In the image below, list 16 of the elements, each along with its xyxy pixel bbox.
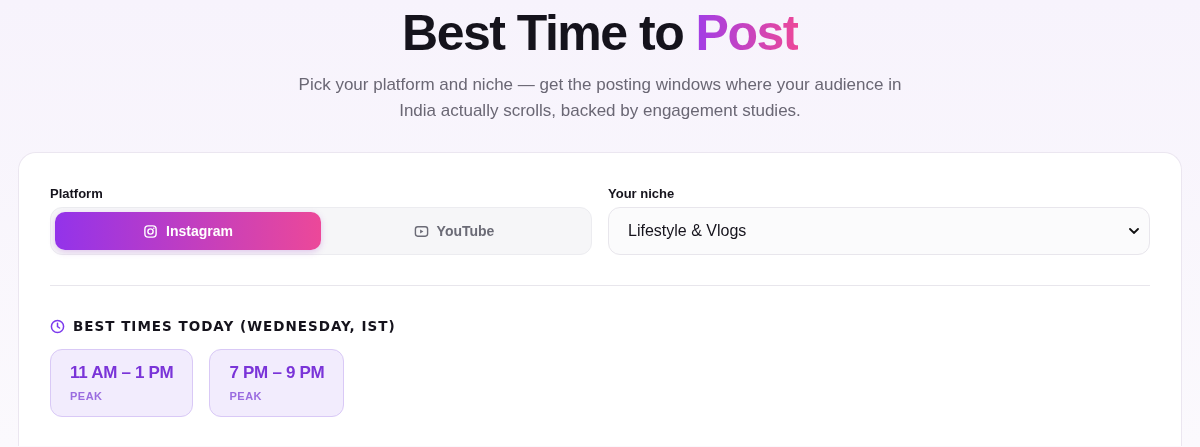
platform-tab[interactable]: Instagram: [55, 212, 321, 250]
page-subtitle: Pick your platform and niche — get the posting windows where your audience in India actually scrolls, backed by engagement studies.: [297, 74, 903, 122]
camera-icon: [143, 223, 159, 239]
time-range: 7 PM – 9 PM: [229, 363, 325, 383]
niche-dropdown[interactable]: Lifestyle & Vlogs: [608, 207, 1150, 255]
platform-tab[interactable]: YouTube: [321, 212, 587, 250]
clock-icon: [50, 318, 65, 334]
slot-tag: PEAK: [229, 390, 325, 402]
time-range: 11 AM – 1 PM: [70, 363, 174, 383]
section-heading: BEST TIMES TODAY (WEDNESDAY, IST): [73, 318, 396, 334]
play-button-icon: [413, 223, 429, 239]
page-title: Best Time to Post: [402, 4, 798, 62]
field-label: Your niche: [608, 186, 676, 201]
field-label: Platform: [50, 186, 104, 201]
slot-tag: PEAK: [70, 390, 174, 402]
chevron-icon: [1129, 228, 1139, 234]
